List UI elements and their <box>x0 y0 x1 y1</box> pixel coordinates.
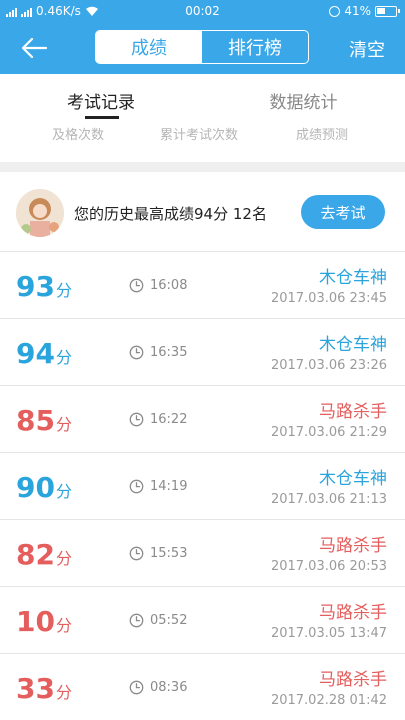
sub-label-pass-count: 及格次数 <box>52 128 105 143</box>
clock-icon <box>129 613 144 628</box>
sub-label-total-exams: 累计考试次数 <box>160 128 239 143</box>
record-date: 2017.03.06 21:13 <box>270 492 387 507</box>
record-rank-label: 马路杀手 <box>319 402 387 422</box>
record-date: 2017.03.06 20:53 <box>270 559 387 574</box>
clock-icon <box>129 680 144 695</box>
clear-button[interactable]: 清空 <box>349 36 385 62</box>
record-score-unit: 分 <box>55 482 72 501</box>
record-rank-label: 木仓车神 <box>319 268 387 288</box>
record-score-unit: 分 <box>55 281 72 300</box>
record-score-unit: 分 <box>55 348 72 367</box>
record-rank-label: 马路杀手 <box>319 603 387 623</box>
exam-record-row[interactable]: 10分 05:52 马路杀手 2017.03.05 13:47 <box>0 587 405 654</box>
record-score-value: 85 <box>16 404 55 437</box>
tab-scores[interactable]: 成绩 <box>96 31 202 63</box>
record-rank-label: 木仓车神 <box>319 469 387 489</box>
record-duration: 16:22 <box>150 412 188 427</box>
record-date: 2017.03.06 23:26 <box>270 358 387 373</box>
exam-record-row[interactable]: 94分 16:35 木仓车神 2017.03.06 23:26 <box>0 319 405 386</box>
record-date: 2017.03.05 13:47 <box>270 626 387 641</box>
record-score-value: 93 <box>16 270 55 303</box>
alarm-icon <box>329 5 341 17</box>
exam-record-row[interactable]: 85分 16:22 马路杀手 2017.03.06 21:29 <box>0 386 405 453</box>
record-rank-label: 马路杀手 <box>319 536 387 556</box>
best-score-text: 您的历史最高成绩94分 12名 <box>74 205 267 223</box>
record-score-unit: 分 <box>55 683 72 702</box>
record-score-value: 94 <box>16 337 55 370</box>
battery-percent: 41% <box>344 4 371 18</box>
exam-record-row[interactable]: 93分 16:08 木仓车神 2017.03.06 23:45 <box>0 252 405 319</box>
record-duration: 15:53 <box>150 546 188 561</box>
back-arrow-icon[interactable] <box>20 34 48 62</box>
record-duration: 16:08 <box>150 278 188 293</box>
clock-icon <box>129 412 144 427</box>
status-right: 41% <box>329 4 400 18</box>
record-score-unit: 分 <box>55 415 72 434</box>
clock-icon <box>129 345 144 360</box>
record-tabs: 考试记录 数据统计 及格次数 累计考试次数 成绩预测 <box>0 74 405 162</box>
record-score: 10分 <box>16 605 72 638</box>
record-score: 33分 <box>16 672 72 705</box>
record-score-value: 10 <box>16 605 55 638</box>
record-duration: 14:19 <box>150 479 188 494</box>
segment-control: 成绩 排行榜 <box>95 30 309 64</box>
record-date: 2017.03.06 23:45 <box>270 291 387 306</box>
record-rank-label: 木仓车神 <box>319 335 387 355</box>
record-score: 93分 <box>16 270 72 303</box>
record-duration: 16:35 <box>150 345 188 360</box>
record-score: 94分 <box>16 337 72 370</box>
tab-underline <box>85 116 119 119</box>
clock-icon <box>129 479 144 494</box>
exam-record-row[interactable]: 33分 08:36 马路杀手 2017.02.28 01:42 <box>0 654 405 720</box>
record-score: 82分 <box>16 538 72 571</box>
clock-icon <box>129 278 144 293</box>
record-score-unit: 分 <box>55 549 72 568</box>
tab-data-stats[interactable]: 数据统计 <box>202 88 405 113</box>
clock-icon <box>129 546 144 561</box>
record-score-unit: 分 <box>55 616 72 635</box>
battery-icon <box>375 5 400 17</box>
exam-record-row[interactable]: 82分 15:53 马路杀手 2017.03.06 20:53 <box>0 520 405 587</box>
status-bar: 0.46K/s 00:02 41% <box>0 0 405 22</box>
exam-record-row[interactable]: 90分 14:19 木仓车神 2017.03.06 21:13 <box>0 453 405 520</box>
record-score-value: 90 <box>16 471 55 504</box>
avatar <box>16 189 64 237</box>
tab-exam-records[interactable]: 考试记录 <box>0 88 202 113</box>
exam-record-list: 93分 16:08 木仓车神 2017.03.06 23:45 94分 16:3… <box>0 252 405 720</box>
record-score-value: 82 <box>16 538 55 571</box>
sub-label-score-prediction: 成绩预测 <box>296 128 349 143</box>
record-date: 2017.03.06 21:29 <box>270 425 387 440</box>
best-score-row: 您的历史最高成绩94分 12名 去考试 <box>0 172 405 252</box>
go-exam-button[interactable]: 去考试 <box>301 195 385 229</box>
record-duration: 08:36 <box>150 680 188 695</box>
record-date: 2017.02.28 01:42 <box>270 693 387 708</box>
record-score: 90分 <box>16 471 72 504</box>
record-duration: 05:52 <box>150 613 188 628</box>
header: 成绩 排行榜 清空 <box>0 22 405 74</box>
record-score: 85分 <box>16 404 72 437</box>
record-rank-label: 马路杀手 <box>319 670 387 690</box>
tab-ranking[interactable]: 排行榜 <box>202 31 308 63</box>
record-score-value: 33 <box>16 672 55 705</box>
section-divider <box>0 162 405 172</box>
